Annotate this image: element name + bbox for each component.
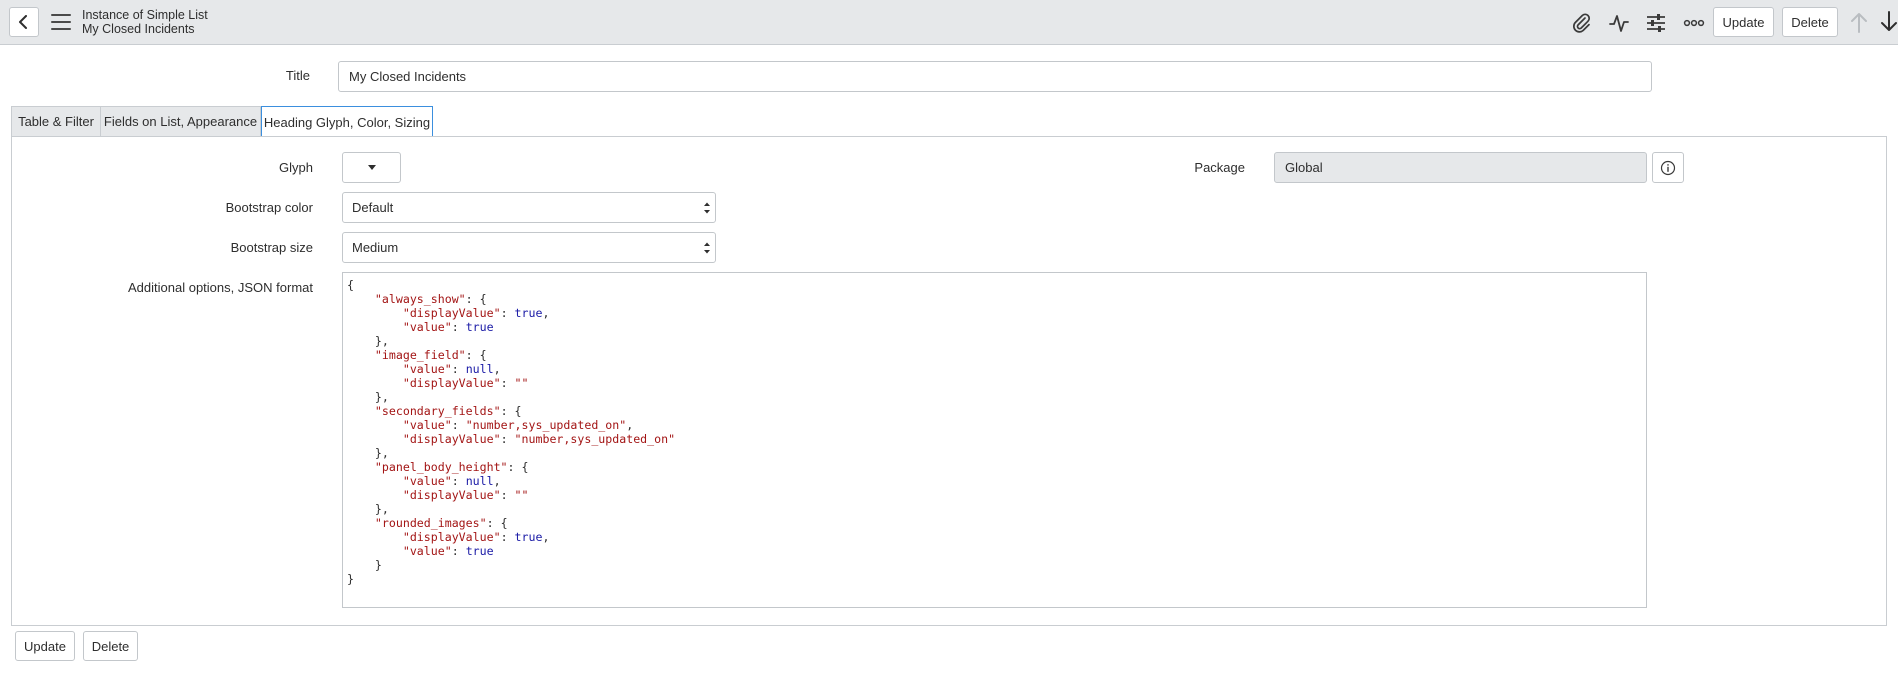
json-line: }, bbox=[347, 446, 389, 460]
bootstrap-size-label: Bootstrap size bbox=[230, 240, 313, 255]
settings-sliders-icon[interactable] bbox=[1645, 12, 1667, 34]
header-delete-button[interactable]: Delete bbox=[1782, 7, 1838, 37]
activity-pulse-icon[interactable] bbox=[1608, 12, 1630, 34]
title-input[interactable]: My Closed Incidents bbox=[338, 61, 1652, 92]
bootstrap-size-value: Medium bbox=[352, 240, 399, 255]
next-record-arrow-icon[interactable] bbox=[1878, 10, 1898, 34]
json-line: "panel_body_height": { bbox=[374, 460, 529, 474]
footer-delete-button[interactable]: Delete bbox=[83, 631, 138, 661]
json-line: "value": true bbox=[402, 544, 494, 558]
json-line: }, bbox=[347, 390, 389, 404]
json-line: "value": null, bbox=[402, 362, 501, 376]
json-options-label: Additional options, JSON format bbox=[128, 280, 313, 295]
select-arrows-icon bbox=[704, 242, 710, 254]
json-line: "displayValue": true, bbox=[402, 306, 550, 320]
tab-table-filter[interactable]: Table & Filter bbox=[11, 106, 101, 137]
bootstrap-color-value: Default bbox=[352, 200, 394, 215]
json-line: } bbox=[347, 572, 354, 586]
bootstrap-color-select[interactable]: Default bbox=[342, 192, 716, 223]
json-line: "displayValue": "" bbox=[402, 376, 529, 390]
glyph-dropdown-button[interactable] bbox=[342, 152, 401, 183]
previous-record-arrow-icon[interactable] bbox=[1848, 10, 1870, 34]
package-label: Package bbox=[1194, 160, 1245, 175]
back-button[interactable] bbox=[9, 7, 39, 37]
more-options-icon[interactable] bbox=[1683, 12, 1705, 34]
bootstrap-color-label: Bootstrap color bbox=[225, 200, 313, 215]
json-line: "always_show": { bbox=[374, 292, 487, 306]
json-line: "secondary_fields": { bbox=[374, 404, 522, 418]
json-line: }, bbox=[347, 334, 389, 348]
chevron-left-icon bbox=[19, 15, 27, 29]
footer-update-button[interactable]: Update bbox=[15, 631, 75, 661]
info-icon bbox=[1660, 160, 1676, 175]
glyph-label: Glyph bbox=[279, 160, 313, 175]
json-line: "value": true bbox=[402, 320, 494, 334]
tab-heading-glyph-color-sizing[interactable]: Heading Glyph, Color, Sizing bbox=[261, 106, 433, 138]
bootstrap-size-select[interactable]: Medium bbox=[342, 232, 716, 263]
title-label: Title bbox=[285, 68, 310, 83]
json-line: }, bbox=[347, 502, 389, 516]
json-line: "image_field": { bbox=[374, 348, 487, 362]
json-line: "value": null, bbox=[402, 474, 501, 488]
json-line: "rounded_images": { bbox=[374, 516, 508, 530]
caret-down-icon bbox=[367, 165, 376, 170]
select-arrows-icon bbox=[704, 202, 710, 214]
json-line: "displayValue": "" bbox=[402, 488, 529, 502]
json-line: "value": "number,sys_updated_on", bbox=[402, 418, 634, 432]
header-update-button[interactable]: Update bbox=[1713, 7, 1774, 37]
package-info-button[interactable] bbox=[1652, 152, 1684, 183]
paperclip-icon[interactable] bbox=[1570, 12, 1592, 34]
json-line: "displayValue": true, bbox=[402, 530, 550, 544]
tab-fields-on-list-appearance[interactable]: Fields on List, Appearance bbox=[100, 106, 261, 137]
record-name-label: My Closed Incidents bbox=[82, 22, 195, 36]
package-field: Global bbox=[1274, 152, 1647, 183]
json-line: } bbox=[347, 558, 382, 572]
hamburger-menu-icon[interactable] bbox=[51, 14, 71, 30]
form-header: Instance of Simple List My Closed Incide… bbox=[0, 0, 1898, 45]
record-type-label: Instance of Simple List bbox=[82, 8, 208, 22]
json-line: "displayValue": "number,sys_updated_on" bbox=[402, 432, 676, 446]
json-line: { bbox=[347, 278, 354, 292]
json-options-editor[interactable]: { "always_show": { "displayValue": true,… bbox=[342, 272, 1647, 608]
